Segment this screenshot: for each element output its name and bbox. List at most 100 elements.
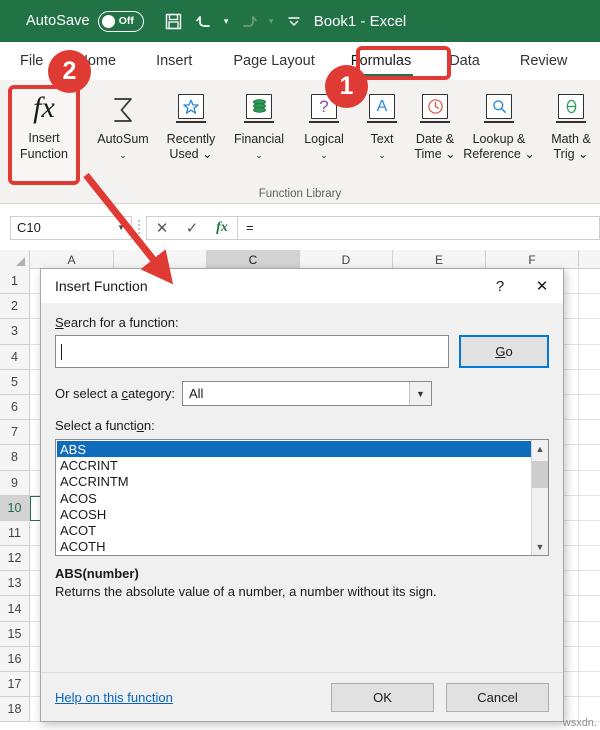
column-header-e[interactable]: E: [393, 250, 486, 269]
tab-file[interactable]: File: [18, 49, 45, 73]
search-row: Go: [55, 335, 549, 368]
row-header-7[interactable]: 7: [0, 420, 29, 446]
close-icon[interactable]: ✕: [521, 269, 563, 303]
lookup-reference-button[interactable]: Lookup & Reference ⌄: [456, 84, 542, 162]
column-header-f[interactable]: F: [486, 250, 579, 269]
row-header-18[interactable]: 18: [0, 697, 29, 723]
list-item[interactable]: ACCRINTM: [57, 474, 531, 490]
list-item[interactable]: ACOTH: [57, 539, 531, 555]
go-label-accel: G: [495, 344, 506, 359]
autosave-label: AutoSave: [26, 13, 90, 29]
row-header-5[interactable]: 5: [0, 370, 29, 395]
column-header-a[interactable]: A: [30, 250, 114, 269]
row-header-9[interactable]: 9: [0, 471, 29, 496]
category-select[interactable]: All ▼: [181, 381, 432, 406]
function-listbox[interactable]: ABS ACCRINT ACCRINTM ACOS ACOSH ACOT ACO…: [55, 439, 549, 556]
magnifier-book-icon: [484, 90, 514, 130]
dialog-body: Search for a function: Go Or select a ca…: [41, 315, 563, 601]
column-header-d[interactable]: D: [300, 250, 393, 269]
list-item[interactable]: ABS: [57, 441, 531, 458]
column-header-b[interactable]: B: [114, 250, 207, 269]
customize-quick-access-toolbar-icon[interactable]: [280, 7, 308, 35]
category-row: Or select a category: All ▼: [55, 381, 549, 406]
row-header-14[interactable]: 14: [0, 596, 29, 622]
tab-file-label: File: [20, 53, 44, 69]
go-button[interactable]: Go: [459, 335, 549, 368]
date-time-label-line2: Time ⌄: [414, 147, 456, 161]
scrollbar-track[interactable]: [532, 457, 548, 538]
math-trig-button[interactable]: Math & Trig ⌄: [540, 84, 600, 162]
row-header-15[interactable]: 15: [0, 622, 29, 647]
enter-check-icon[interactable]: ✓: [177, 217, 207, 239]
select-a-function-label: Select a function:: [55, 418, 155, 433]
coins-book-icon: [244, 90, 274, 130]
insert-function-fx-icon[interactable]: fx: [207, 217, 237, 239]
help-on-this-function-link[interactable]: Help on this function: [55, 690, 173, 705]
title-bar: AutoSave Off ▾ ▾ Book1 - Excel: [0, 0, 600, 42]
financial-button[interactable]: Financial ⌄: [222, 84, 296, 163]
formula-input[interactable]: =: [237, 215, 600, 240]
row-header-8[interactable]: 8: [0, 445, 29, 471]
cancel-button[interactable]: Cancel: [446, 682, 549, 712]
quick-access-toolbar: ▾ ▾: [160, 7, 308, 35]
list-item[interactable]: ACCRINT: [57, 457, 531, 473]
undo-dropdown-chevron-icon[interactable]: ▾: [220, 8, 233, 34]
star-book-icon: [176, 90, 206, 130]
watermark: wsxdn.: [562, 717, 597, 729]
lookup-reference-label-line2: Reference ⌄: [463, 147, 535, 161]
insert-function-label-line1: Insert: [28, 131, 60, 145]
row-header-10[interactable]: 10: [0, 495, 29, 521]
date-time-label-line1: Date &: [415, 132, 455, 146]
dialog-title-bar[interactable]: Insert Function ? ✕: [41, 269, 563, 303]
undo-icon[interactable]: [190, 7, 218, 35]
row-header-17[interactable]: 17: [0, 672, 29, 698]
tab-data[interactable]: Data: [447, 49, 482, 73]
text-chevron-down-icon[interactable]: ⌄: [378, 150, 386, 160]
logical-chevron-down-icon[interactable]: ⌄: [320, 150, 328, 160]
sigma-icon: [108, 90, 138, 130]
help-icon[interactable]: ?: [479, 269, 521, 303]
list-item[interactable]: ACOS: [57, 490, 531, 506]
row-header-11[interactable]: 11: [0, 521, 29, 547]
redo-dropdown-chevron-icon[interactable]: ▾: [265, 8, 278, 34]
autosum-chevron-down-icon[interactable]: ⌄: [119, 150, 127, 160]
formula-bar-resize-handle[interactable]: [132, 216, 146, 240]
autosum-button[interactable]: AutoSum ⌄: [86, 84, 160, 163]
redo-icon[interactable]: [235, 7, 263, 35]
ribbon-function-library-group: fx Insert Function AutoSum ⌄ Recently Us…: [0, 80, 600, 204]
row-header-3[interactable]: 3: [0, 319, 29, 345]
row-header-4[interactable]: 4: [0, 345, 29, 370]
cancel-x-icon[interactable]: ✕: [147, 217, 177, 239]
autosave-toggle[interactable]: Off: [97, 10, 144, 32]
insert-function-button[interactable]: fx Insert Function: [8, 82, 80, 182]
select-all-corner[interactable]: [0, 250, 30, 269]
name-box[interactable]: C10 ▼: [10, 215, 132, 240]
recently-used-button[interactable]: Recently Used ⌄: [154, 84, 228, 162]
financial-chevron-down-icon[interactable]: ⌄: [255, 150, 263, 160]
ok-button[interactable]: OK: [331, 682, 434, 712]
list-item[interactable]: ACOSH: [57, 506, 531, 522]
row-header-12[interactable]: 12: [0, 546, 29, 572]
function-list-items: ABS ACCRINT ACCRINTM ACOS ACOSH ACOT ACO…: [56, 440, 531, 555]
excel-window: AutoSave Off ▾ ▾ Book1 - Excel File Home…: [0, 0, 600, 730]
list-item[interactable]: ACOT: [57, 522, 531, 538]
row-header-6[interactable]: 6: [0, 395, 29, 421]
chevron-up-icon[interactable]: ▲: [532, 440, 548, 457]
function-list-scrollbar[interactable]: ▲ ▼: [531, 440, 548, 555]
row-header-16[interactable]: 16: [0, 647, 29, 672]
tab-insert[interactable]: Insert: [154, 49, 194, 73]
chevron-down-icon[interactable]: ▼: [532, 538, 548, 555]
search-input[interactable]: [55, 335, 449, 368]
name-box-chevron-down-icon[interactable]: ▼: [117, 223, 125, 232]
tab-page-layout-label: Page Layout: [233, 53, 315, 69]
tab-page-layout[interactable]: Page Layout: [231, 49, 316, 73]
row-header-2[interactable]: 2: [0, 294, 29, 320]
row-header-1[interactable]: 1: [0, 269, 29, 295]
callout-badge-2-label: 2: [62, 57, 77, 85]
column-header-c[interactable]: C: [207, 250, 300, 269]
tab-review[interactable]: Review: [518, 49, 570, 73]
row-header-13[interactable]: 13: [0, 571, 29, 597]
scrollbar-thumb[interactable]: [532, 461, 548, 488]
chevron-down-icon[interactable]: ▼: [408, 382, 431, 405]
save-icon[interactable]: [160, 7, 188, 35]
